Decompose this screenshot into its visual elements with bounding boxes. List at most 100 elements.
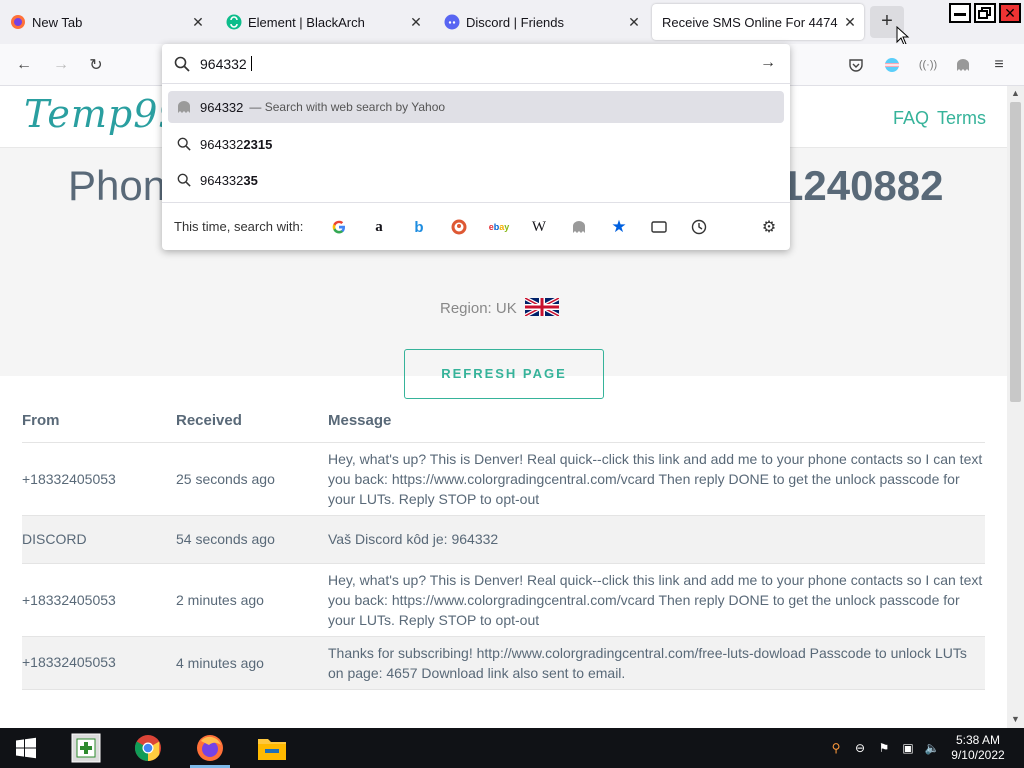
mouse-cursor-icon <box>896 26 910 46</box>
suggestion-item[interactable]: 964332 35 <box>168 164 784 196</box>
nav-faq-link[interactable]: FAQ <box>893 108 929 129</box>
minimize-button[interactable] <box>949 3 971 23</box>
table-row: +18332405053 4 minutes ago Thanks for su… <box>22 636 985 690</box>
extension-wave-icon[interactable]: ((·)) <box>917 54 939 76</box>
site-logo[interactable]: Temp99 <box>24 92 184 136</box>
discord-icon <box>444 14 460 30</box>
windows-taskbar: ⚲ ⊖ ⚑ ▣ 🔈 5:38 AM 9/10/2022 <box>0 728 1024 768</box>
firefox-icon[interactable] <box>194 732 226 764</box>
scroll-up-arrow-icon[interactable]: ▲ <box>1011 88 1020 98</box>
windows-start-icon[interactable] <box>10 732 42 764</box>
cell-message: Vaš Discord kôd je: 964332 <box>328 515 985 564</box>
close-icon[interactable]: ✕ <box>408 14 424 30</box>
urlbar-dropdown: 964332 → 964332 — Search with web search… <box>162 44 790 250</box>
table-row: DISCORD 54 seconds ago Vaš Discord kôd j… <box>22 515 985 564</box>
history-icon[interactable] <box>690 218 708 236</box>
cell-received: 25 seconds ago <box>176 442 328 516</box>
suggestion-completion: 35 <box>243 172 258 188</box>
column-header-from: From <box>22 398 176 443</box>
cell-from: +18332405053 <box>22 636 176 690</box>
duckduckgo-icon[interactable] <box>450 218 468 236</box>
column-header-received: Received <box>176 398 328 443</box>
tab-strip: New Tab ✕ Element | BlackArch ✕ Discord … <box>0 0 1024 46</box>
settings-gear-icon[interactable]: ⚙ <box>760 218 778 236</box>
cell-received: 2 minutes ago <box>176 563 328 637</box>
forward-arrow-icon[interactable]: → <box>50 54 72 76</box>
search-icon <box>176 172 192 188</box>
cell-from: +18332405053 <box>22 563 176 637</box>
bookmarks-icon[interactable]: ★ <box>610 217 628 236</box>
network-tray-icon[interactable]: ▣ <box>900 740 916 756</box>
amazon-icon[interactable]: a <box>370 218 388 236</box>
cell-message: Hey, what's up? This is Denver! Real qui… <box>328 442 985 516</box>
ebay-icon[interactable]: ebay <box>489 218 510 236</box>
cell-from: +18332405053 <box>22 442 176 516</box>
region-text: Region: UK <box>440 300 517 317</box>
extension-flag-icon[interactable] <box>881 54 903 76</box>
element-icon <box>226 14 242 30</box>
tab-label: New Tab <box>32 14 83 30</box>
sms-table: From Received Message +18332405053 25 se… <box>22 398 985 690</box>
cell-from: DISCORD <box>22 515 176 564</box>
tab-label: Element | BlackArch <box>248 14 365 30</box>
volume-icon[interactable]: 🔈 <box>924 740 940 756</box>
search-tray-icon[interactable]: ⚲ <box>828 740 844 756</box>
cell-message: Thanks for subscribing! http://www.color… <box>328 636 985 690</box>
reload-icon[interactable]: ↻ <box>85 54 107 76</box>
clock-time: 5:38 AM <box>955 733 1001 747</box>
close-window-button[interactable]: ✕ <box>999 3 1021 23</box>
refresh-page-button[interactable]: REFRESH PAGE <box>404 349 604 399</box>
page-scrollbar[interactable]: ▲ ▼ <box>1007 86 1024 728</box>
maximize-button[interactable] <box>974 3 996 23</box>
go-arrow-icon[interactable]: → <box>760 54 776 72</box>
urlbar-input[interactable]: 964332 <box>200 56 252 72</box>
firefox-icon <box>10 14 26 30</box>
tab-element[interactable]: Element | BlackArch ✕ <box>216 0 430 44</box>
search-with-label: This time, search with: <box>174 219 304 234</box>
yahoo-icon <box>176 99 192 115</box>
cell-message: Hey, what's up? This is Denver! Real qui… <box>328 563 985 637</box>
scroll-down-arrow-icon[interactable]: ▼ <box>1011 714 1020 724</box>
suggestion-web-search[interactable]: 964332 — Search with web search by Yahoo <box>168 91 784 123</box>
chrome-icon[interactable] <box>132 732 164 764</box>
suggestion-completion: 2315 <box>243 136 273 152</box>
cell-received: 4 minutes ago <box>176 636 328 690</box>
tabs-icon[interactable] <box>650 218 668 236</box>
tab-label: Discord | Friends <box>466 14 565 30</box>
pocket-icon[interactable] <box>845 54 867 76</box>
tab-sms-active[interactable]: Receive SMS Online For 447401240882 ✕ <box>652 4 864 40</box>
status-tray-icon[interactable]: ⊖ <box>852 740 868 756</box>
file-explorer-icon[interactable] <box>256 732 288 764</box>
table-row: +18332405053 25 seconds ago Hey, what's … <box>22 442 985 516</box>
suggestion-text: 964332 <box>200 172 244 188</box>
close-icon[interactable]: ✕ <box>842 14 858 30</box>
app-green-plus-icon[interactable] <box>70 732 102 764</box>
close-icon[interactable]: ✕ <box>190 14 206 30</box>
tab-new-tab[interactable]: New Tab ✕ <box>0 0 212 44</box>
scrollbar-thumb[interactable] <box>1010 102 1021 402</box>
suggestion-item[interactable]: 964332 2315 <box>168 128 784 160</box>
clock-date: 9/10/2022 <box>951 748 1005 762</box>
search-icon <box>174 56 190 77</box>
flag-tray-icon[interactable]: ⚑ <box>876 740 892 756</box>
yahoo-icon[interactable] <box>570 218 588 236</box>
nav-terms-link[interactable]: Terms <box>937 108 986 129</box>
menu-hamburger-icon[interactable]: ≡ <box>988 54 1010 76</box>
back-arrow-icon[interactable]: ← <box>13 54 35 76</box>
region-label: Region: UK <box>440 296 560 318</box>
search-icon <box>176 136 192 152</box>
bing-icon[interactable]: b <box>410 218 428 236</box>
cell-received: 54 seconds ago <box>176 515 328 564</box>
extension-ghost-icon[interactable] <box>952 54 974 76</box>
close-icon[interactable]: ✕ <box>626 14 642 30</box>
one-off-search-bar: This time, search with: a b ebay W ★ ⚙ <box>162 202 790 250</box>
table-header-row: From Received Message <box>22 398 985 443</box>
taskbar-clock[interactable]: 5:38 AM 9/10/2022 <box>944 733 1012 763</box>
google-icon[interactable] <box>330 218 348 236</box>
suggestion-text: 964332 <box>200 136 244 152</box>
phone-number: 1240882 <box>780 162 944 209</box>
tab-discord[interactable]: Discord | Friends ✕ <box>434 0 648 44</box>
wikipedia-icon[interactable]: W <box>530 218 548 236</box>
urlbar[interactable]: 964332 → <box>162 44 790 84</box>
suggestion-hint: — Search with web search by Yahoo <box>249 100 446 114</box>
